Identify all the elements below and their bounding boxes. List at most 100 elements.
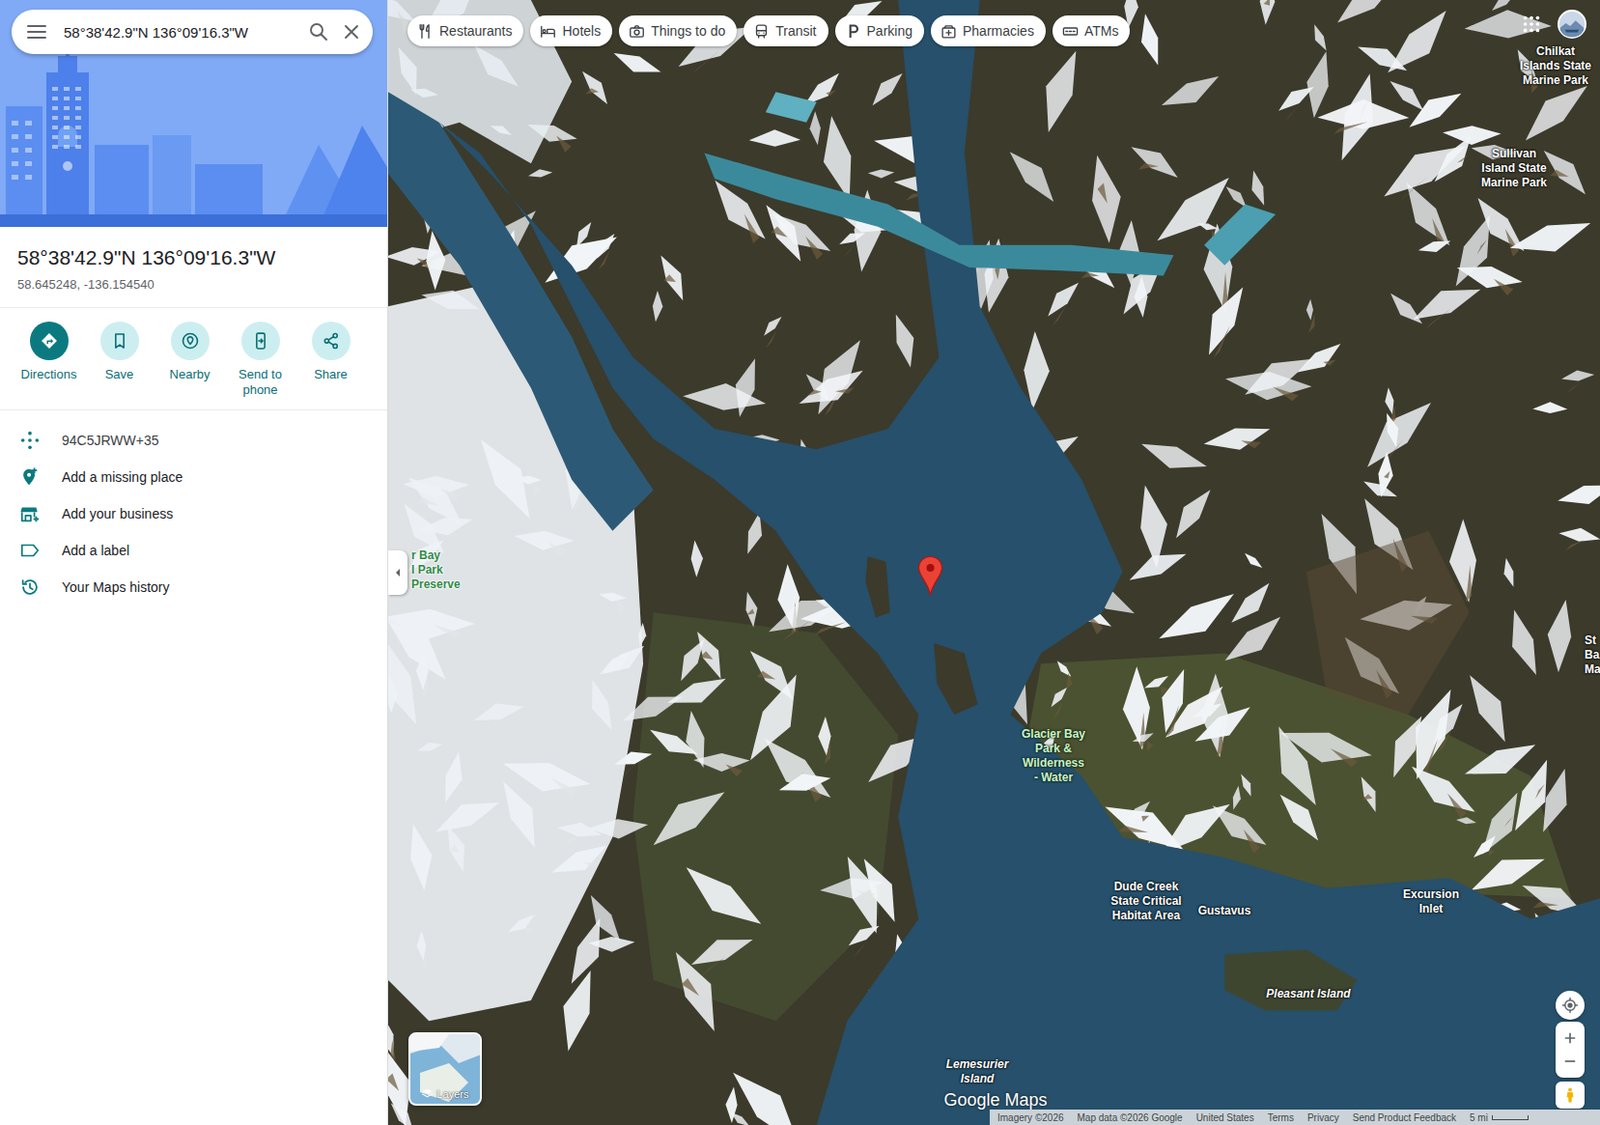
restaurants-icon[interactable] bbox=[417, 23, 434, 40]
footer-item[interactable]: Terms bbox=[1267, 1112, 1294, 1123]
chip-label[interactable]: Things to do bbox=[650, 23, 726, 39]
nearby-icon[interactable] bbox=[180, 331, 200, 351]
map-label[interactable]: ExcursionInlet bbox=[1403, 887, 1460, 917]
category-chip[interactable]: ATMs bbox=[1052, 15, 1131, 47]
parking-icon[interactable] bbox=[844, 23, 862, 40]
chip-label[interactable]: Restaurants bbox=[439, 23, 512, 39]
details-text[interactable]: 94C5JRWW+35 bbox=[61, 432, 160, 449]
action-label[interactable]: Send to phone bbox=[228, 366, 293, 398]
map-label-line[interactable]: Island bbox=[946, 1071, 1010, 1087]
my-location-button[interactable] bbox=[1555, 990, 1585, 1020]
zoom-in-icon[interactable] bbox=[1561, 1029, 1579, 1047]
map-label-line[interactable]: l Park bbox=[411, 562, 461, 578]
action-label[interactable]: Save bbox=[105, 366, 135, 383]
category-chip[interactable]: Transit bbox=[743, 15, 828, 47]
chip-label[interactable]: Parking bbox=[867, 23, 913, 39]
map-label-line[interactable]: St bbox=[1584, 633, 1600, 648]
action-button[interactable]: Nearby bbox=[154, 321, 225, 398]
map-label[interactable]: SullivanIsland StateMarine Park bbox=[1481, 146, 1547, 191]
map-label-line[interactable]: Marine Park bbox=[1519, 73, 1592, 88]
details-text[interactable]: Your Maps history bbox=[61, 579, 170, 595]
map-label-line[interactable]: Marine Park bbox=[1481, 175, 1547, 191]
category-chip[interactable]: Pharmacies bbox=[930, 15, 1046, 47]
collapse-arrow-icon[interactable] bbox=[390, 564, 406, 581]
menu-icon[interactable] bbox=[25, 20, 49, 44]
map-label[interactable]: Pleasant Island bbox=[1265, 986, 1350, 1002]
layers-button[interactable]: Layers bbox=[408, 1032, 482, 1106]
pharmacies-icon[interactable] bbox=[940, 23, 957, 40]
map-label-line[interactable]: Preserve bbox=[411, 577, 461, 592]
details-text[interactable]: Add a missing place bbox=[61, 469, 183, 485]
map-label-line[interactable]: Chilkat bbox=[1519, 44, 1592, 59]
share-icon[interactable] bbox=[321, 331, 341, 351]
footer-item[interactable]: United States bbox=[1196, 1112, 1255, 1123]
map-label-line[interactable]: Wilderness bbox=[1021, 756, 1086, 771]
map-label-line[interactable]: Inlet bbox=[1403, 901, 1460, 917]
map-label-line[interactable]: Glacier Bay bbox=[1021, 727, 1086, 742]
chip-label[interactable]: Hotels bbox=[561, 23, 601, 39]
map-canvas[interactable]: Restaurants Hotels Things to do Transit Park… bbox=[388, 0, 1600, 1125]
action-button[interactable]: Save bbox=[84, 321, 155, 398]
search-input[interactable] bbox=[57, 24, 298, 41]
action-button[interactable]: Directions bbox=[13, 321, 85, 398]
details-row[interactable]: Your Maps history bbox=[0, 568, 388, 606]
action-label[interactable]: Directions bbox=[21, 366, 78, 383]
map-label[interactable]: ChilkatIslands StateMarine Park bbox=[1519, 44, 1592, 88]
map-label[interactable]: Glacier BayPark &Wilderness- Water bbox=[1021, 727, 1086, 786]
map-label-line[interactable]: r Bay bbox=[411, 548, 461, 563]
footer-item[interactable]: Send Product Feedback bbox=[1352, 1112, 1457, 1123]
close-icon[interactable] bbox=[339, 20, 364, 44]
layers-icon[interactable] bbox=[421, 1087, 434, 1100]
zoom-out-icon[interactable] bbox=[1561, 1052, 1579, 1070]
map-label-line[interactable]: Ba bbox=[1584, 647, 1600, 663]
apps-grid-icon[interactable] bbox=[1520, 13, 1543, 35]
map-label-line[interactable]: Lemesurier bbox=[946, 1057, 1010, 1072]
map-label-line[interactable]: Island State bbox=[1481, 161, 1547, 176]
details-text[interactable]: Add your business bbox=[61, 505, 173, 522]
action-button[interactable]: Send to phone bbox=[224, 321, 296, 398]
map-label-line[interactable]: Park & bbox=[1021, 741, 1086, 757]
action-circle[interactable] bbox=[100, 321, 140, 361]
search-icon[interactable] bbox=[307, 20, 331, 44]
chip-label[interactable]: Transit bbox=[775, 23, 816, 39]
action-circle[interactable] bbox=[311, 321, 351, 361]
map-label[interactable]: Gustavus bbox=[1198, 903, 1252, 919]
map-label[interactable]: r Bayl ParkPreserve bbox=[411, 548, 461, 592]
map-label-line[interactable]: Sullivan bbox=[1481, 146, 1547, 162]
category-chip[interactable]: Things to do bbox=[618, 15, 737, 47]
category-chip[interactable]: Hotels bbox=[530, 15, 613, 47]
collapse-panel-button[interactable] bbox=[388, 550, 408, 595]
category-chip[interactable]: Parking bbox=[835, 15, 925, 47]
hotels-icon[interactable] bbox=[539, 23, 557, 40]
phone-icon[interactable] bbox=[251, 331, 271, 351]
street-view-button[interactable] bbox=[1555, 1081, 1585, 1109]
details-row[interactable]: Add a label bbox=[0, 532, 388, 569]
pegman-icon[interactable] bbox=[1561, 1086, 1579, 1104]
map-label-line[interactable]: Habitat Area bbox=[1110, 908, 1181, 924]
directions-icon[interactable] bbox=[39, 331, 59, 351]
zoom-controls[interactable] bbox=[1555, 1021, 1585, 1078]
map-pin-icon[interactable] bbox=[917, 555, 944, 597]
action-label[interactable]: Nearby bbox=[169, 366, 211, 383]
map-label-line[interactable]: Islands State bbox=[1519, 58, 1592, 74]
layers-label[interactable]: Layers bbox=[436, 1088, 469, 1100]
things-icon[interactable] bbox=[628, 23, 646, 40]
scale-label[interactable]: 5 mi bbox=[1469, 1112, 1488, 1123]
map-label-line[interactable]: Excursion bbox=[1403, 887, 1460, 902]
details-row[interactable]: 94C5JRWW+35 bbox=[0, 421, 388, 459]
map-label-line[interactable]: Gustavus bbox=[1198, 903, 1252, 919]
footer-item[interactable]: Privacy bbox=[1307, 1112, 1340, 1123]
map-label[interactable]: StBaMa bbox=[1584, 633, 1600, 677]
map-label-line[interactable]: State Critical bbox=[1110, 894, 1181, 909]
action-button[interactable]: Share bbox=[295, 321, 366, 398]
action-circle[interactable] bbox=[170, 321, 210, 361]
map-label-line[interactable]: Ma bbox=[1584, 662, 1600, 677]
map-label-line[interactable]: Dude Creek bbox=[1110, 879, 1181, 895]
action-label[interactable]: Share bbox=[313, 366, 348, 383]
details-row[interactable]: Add your business bbox=[0, 495, 388, 533]
map-label[interactable]: Dude CreekState CriticalHabitat Area bbox=[1110, 879, 1181, 924]
satellite-imagery[interactable] bbox=[388, 0, 1600, 1125]
my-location-icon[interactable] bbox=[1561, 996, 1579, 1014]
details-text[interactable]: Add a label bbox=[61, 542, 130, 559]
category-chip[interactable]: Restaurants bbox=[407, 15, 524, 47]
